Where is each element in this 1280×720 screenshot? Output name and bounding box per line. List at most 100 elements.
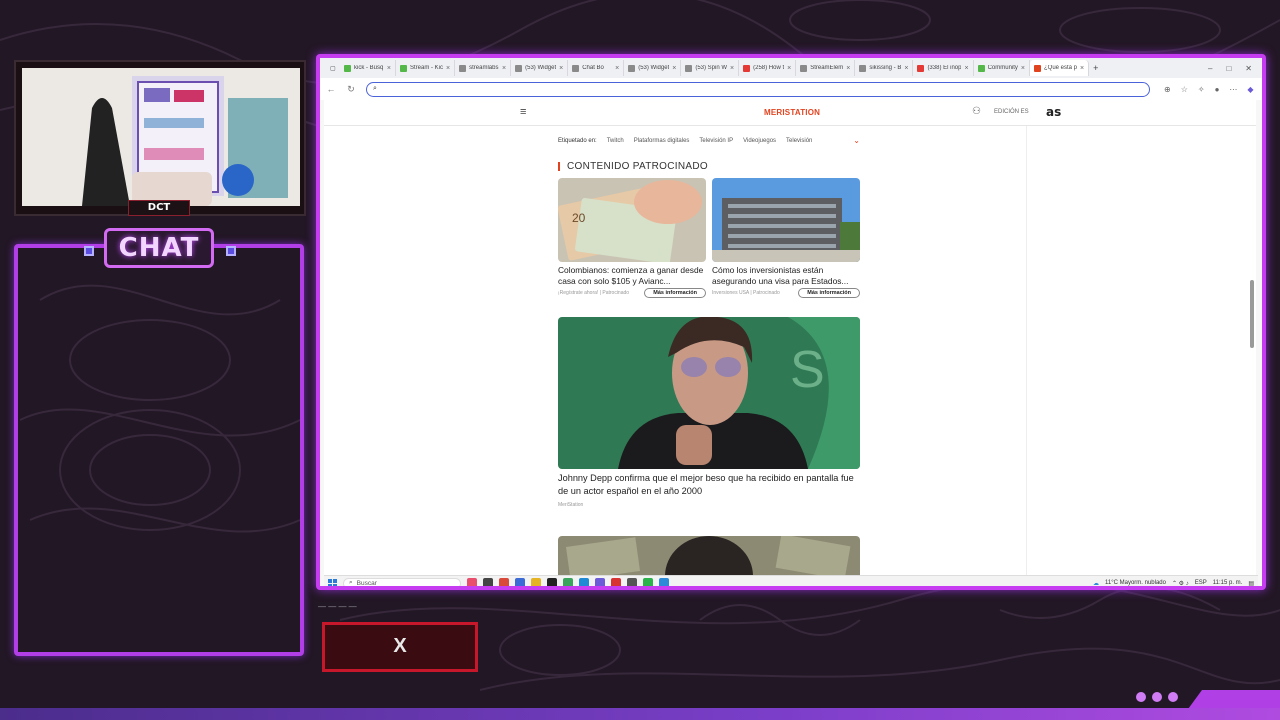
collections-icon[interactable]: ✧ [1198, 85, 1205, 94]
tag-link[interactable]: Televisión [786, 138, 812, 144]
user-icon[interactable]: ⚇ [972, 106, 981, 117]
app-icon[interactable] [659, 578, 669, 586]
chat-decor-dot [226, 246, 236, 256]
new-tab-button[interactable]: + [1089, 60, 1103, 76]
tags-label: Etiquetado en: [558, 137, 597, 144]
taskbar-search[interactable]: ⌕ Buscar [343, 577, 461, 586]
browser-tab[interactable]: Community × [974, 60, 1030, 76]
spotify-icon[interactable] [643, 578, 653, 586]
scrollbar[interactable] [1250, 280, 1254, 348]
browser-tab[interactable]: sikissing - B × [855, 60, 914, 76]
tray-icons[interactable]: ⌃ ⚙ ♪ [1172, 580, 1189, 587]
browser-tab[interactable]: StreamElem × [796, 60, 856, 76]
language-indicator[interactable]: ESP [1195, 580, 1207, 586]
profile-icon[interactable]: ● [1215, 85, 1220, 94]
more-icon[interactable]: ⋯ [1229, 85, 1237, 94]
sponsored-headline[interactable]: Colombianos: comienza a ganar desde casa… [558, 265, 706, 287]
file-explorer-icon[interactable] [531, 578, 541, 586]
tab-close-icon[interactable]: × [964, 65, 968, 72]
edge-icon[interactable] [579, 578, 589, 586]
tab-close-icon[interactable]: × [559, 65, 563, 72]
search-icon: ⌕ [373, 85, 377, 92]
browser-tab[interactable]: ¿Qué está p × [1030, 60, 1090, 76]
tab-close-icon[interactable]: × [787, 65, 791, 72]
task-view-icon[interactable] [483, 578, 493, 586]
tab-close-icon[interactable]: × [387, 65, 391, 72]
bottom-bar [0, 708, 1280, 720]
tab-favicon-icon [977, 64, 985, 72]
app-icon[interactable] [627, 578, 637, 586]
browser-tab[interactable]: (53) Widget × [624, 60, 682, 76]
tab-close-icon[interactable]: × [446, 65, 450, 72]
extensions-icon[interactable]: ⊕ [1164, 85, 1171, 94]
close-window-button[interactable]: ✕ [1245, 64, 1252, 73]
tab-favicon-icon [515, 64, 523, 72]
tab-close-icon[interactable]: × [846, 65, 850, 72]
app-icon[interactable] [547, 578, 557, 586]
app-icon[interactable] [595, 578, 605, 586]
tab-close-icon[interactable]: × [904, 65, 908, 72]
tag-link[interactable]: Plataformas digitales [634, 138, 690, 144]
windows-start-icon[interactable] [328, 578, 337, 586]
browser-tab[interactable]: (53) Spin W × [681, 60, 740, 76]
hamburger-menu-icon[interactable]: ≡ [520, 106, 526, 118]
tab-close-icon[interactable]: × [502, 65, 506, 72]
notifications-icon[interactable]: ▤ [1248, 580, 1254, 587]
reload-icon[interactable]: ↻ [346, 84, 356, 95]
app-icon[interactable] [563, 578, 573, 586]
browser-tab[interactable]: streamlabs × [455, 60, 512, 76]
app-icon[interactable] [467, 578, 477, 586]
copilot-icon[interactable]: ◆ [1247, 85, 1253, 94]
tab-strip-icon[interactable]: ▢ [326, 60, 340, 76]
browser-tab[interactable]: Chat Bo × [568, 60, 625, 76]
chevron-down-icon[interactable]: ⌄ [853, 136, 860, 145]
next-article-image[interactable] [558, 536, 860, 575]
site-logo[interactable]: MERISTATION [764, 108, 820, 117]
featured-image[interactable]: S [558, 317, 860, 469]
more-info-button[interactable]: Más información [798, 288, 860, 298]
sponsored-image[interactable] [712, 178, 860, 262]
web-page: ≡ MERISTATION ⚇ EDICIÓN ES as Etiquetado… [324, 100, 1256, 575]
browser-tab[interactable]: kick - Búsq × [340, 60, 396, 76]
app-icon[interactable] [499, 578, 509, 586]
tab-close-icon[interactable]: × [672, 65, 676, 72]
featured-headline[interactable]: Johnny Depp confirma que el mejor beso q… [558, 472, 860, 498]
maximize-button[interactable]: □ [1226, 64, 1231, 73]
browser-tab[interactable]: Stream - Kic × [396, 60, 456, 76]
back-icon[interactable]: ← [326, 84, 336, 94]
browser-tab[interactable]: (53) Widget × [511, 60, 569, 76]
column-divider [1026, 126, 1027, 575]
browser-tab[interactable]: (338) El inop × [913, 60, 974, 76]
minimize-button[interactable]: – [1208, 64, 1212, 73]
tab-close-icon[interactable]: × [1021, 65, 1025, 72]
browser-tab[interactable]: (258) How t × [739, 60, 797, 76]
tab-close-icon[interactable]: × [730, 65, 734, 72]
sponsored-source: Inversiones USA | Patrocinado [712, 290, 780, 296]
tag-link[interactable]: Videojuegos [743, 138, 776, 144]
app-icon[interactable] [611, 578, 621, 586]
favorites-icon[interactable]: ☆ [1181, 85, 1188, 94]
more-info-button[interactable]: Más información [644, 288, 706, 298]
tab-favicon-icon [917, 64, 925, 72]
section-title: CONTENIDO PATROCINADO [558, 162, 708, 172]
app-icon[interactable] [515, 578, 525, 586]
tab-close-icon[interactable]: × [1080, 65, 1084, 72]
decor-dots [1136, 692, 1178, 702]
svg-text:20: 20 [572, 211, 586, 225]
sponsored-card[interactable]: 20 Colombianos: comienza a ganar desde c… [558, 178, 706, 298]
weather-icon: ☁ [1093, 580, 1099, 587]
social-badge: X [322, 622, 478, 672]
tag-link[interactable]: Televisión IP [699, 138, 733, 144]
tab-close-icon[interactable]: × [615, 65, 619, 72]
partner-logo[interactable]: as [1046, 105, 1061, 119]
sponsored-headline[interactable]: Cómo los inversionistas están asegurando… [712, 265, 860, 287]
edition-selector[interactable]: EDICIÓN ES [994, 109, 1029, 115]
tag-link[interactable]: Twitch [607, 138, 624, 144]
featured-article[interactable]: S Johnny Depp confirma que el mejor beso… [558, 317, 860, 508]
sponsored-card[interactable]: Cómo los inversionistas están asegurando… [712, 178, 860, 298]
weather-text[interactable]: 11°C Mayorm. nublado [1105, 580, 1166, 586]
url-field[interactable]: ⌕ [366, 81, 1150, 97]
url-input[interactable] [381, 85, 1143, 93]
clock[interactable]: 11:15 p. m. [1213, 580, 1243, 586]
sponsored-image[interactable]: 20 [558, 178, 706, 262]
